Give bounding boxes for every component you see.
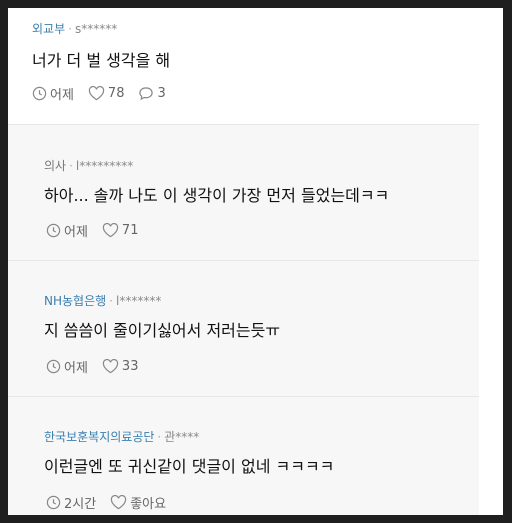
comment-item: 외교부 · s****** 너가 더 벌 생각을 해 어제 78 3: [8, 8, 479, 124]
like-count: 33: [121, 359, 139, 374]
comment-meta: 의사 · l*********: [44, 157, 133, 174]
comment-actions: 어제 71: [46, 221, 152, 240]
right-gutter: [479, 8, 503, 515]
author-user: 관****: [164, 430, 200, 444]
time-stamp: 어제: [32, 84, 74, 103]
clock-icon: [32, 86, 47, 101]
time-label: 2시간: [64, 497, 97, 512]
reply-item: 한국보훈복지의료공단 · 관**** 이런글엔 또 귀신같이 댓글이 없네 ㅋㅋㅋㅋ…: [8, 397, 479, 515]
like-button[interactable]: 71: [102, 223, 139, 238]
app-frame: 외교부 · s****** 너가 더 벌 생각을 해 어제 78 3 의사 · …: [8, 8, 503, 515]
reply-item: NH농협은행 · l******* 지 씀씀이 줄이기싫어서 저러는듯ㅠ 어제 33: [8, 261, 479, 396]
like-button[interactable]: 좋아요: [110, 493, 166, 512]
author-company[interactable]: 의사: [44, 159, 66, 173]
author-user: l*******: [116, 294, 162, 308]
like-count: 78: [107, 86, 125, 101]
comment-meta: 한국보훈복지의료공단 · 관****: [44, 428, 199, 445]
heart-icon: [102, 223, 119, 238]
time-stamp: 2시간: [46, 493, 96, 512]
comment-list: 외교부 · s****** 너가 더 벌 생각을 해 어제 78 3 의사 · …: [8, 8, 479, 515]
like-count: 71: [121, 223, 139, 238]
comment-actions: 어제 33: [46, 357, 152, 376]
heart-icon: [102, 359, 119, 374]
time-stamp: 어제: [46, 221, 88, 240]
author-company[interactable]: 외교부: [32, 22, 65, 36]
meta-separator: ·: [157, 430, 162, 444]
comment-text[interactable]: 너가 더 벌 생각을 해: [32, 47, 170, 71]
comment-text[interactable]: 이런글엔 또 귀신같이 댓글이 없네 ㅋㅋㅋㅋ: [44, 453, 334, 477]
speech-bubble-icon: [139, 87, 154, 101]
heart-icon: [111, 495, 127, 510]
author-company[interactable]: NH농협은행: [44, 294, 106, 308]
comment-actions: 어제 78 3: [32, 84, 180, 103]
comment-meta: 외교부 · s******: [32, 20, 117, 37]
time-label: 어제: [64, 361, 88, 376]
meta-separator: ·: [69, 159, 73, 173]
meta-separator: ·: [109, 294, 113, 308]
reply-button[interactable]: 3: [138, 86, 166, 101]
like-button[interactable]: 33: [102, 359, 139, 374]
author-company[interactable]: 한국보훈복지의료공단: [44, 430, 154, 444]
clock-icon: [46, 359, 61, 374]
comment-meta: NH농협은행 · l*******: [44, 292, 161, 309]
author-user: s******: [74, 22, 118, 36]
clock-icon: [46, 495, 61, 510]
time-label: 어제: [64, 225, 88, 240]
meta-separator: ·: [68, 22, 72, 36]
reply-count: 3: [157, 86, 166, 101]
comment-text[interactable]: 지 씀씀이 줄이기싫어서 저러는듯ㅠ: [44, 317, 280, 341]
time-label: 어제: [50, 88, 74, 103]
like-button[interactable]: 78: [88, 86, 125, 101]
heart-icon: [88, 86, 105, 101]
comment-text[interactable]: 하아... 솔까 나도 이 생각이 가장 먼저 들었는데ㅋㅋ: [44, 182, 389, 206]
comment-actions: 2시간 좋아요: [46, 493, 180, 512]
clock-icon: [46, 223, 61, 238]
reply-item: 의사 · l********* 하아... 솔까 나도 이 생각이 가장 먼저 들었…: [8, 125, 479, 260]
author-user: l*********: [75, 159, 134, 173]
time-stamp: 어제: [46, 357, 88, 376]
like-label: 좋아요: [130, 497, 167, 512]
